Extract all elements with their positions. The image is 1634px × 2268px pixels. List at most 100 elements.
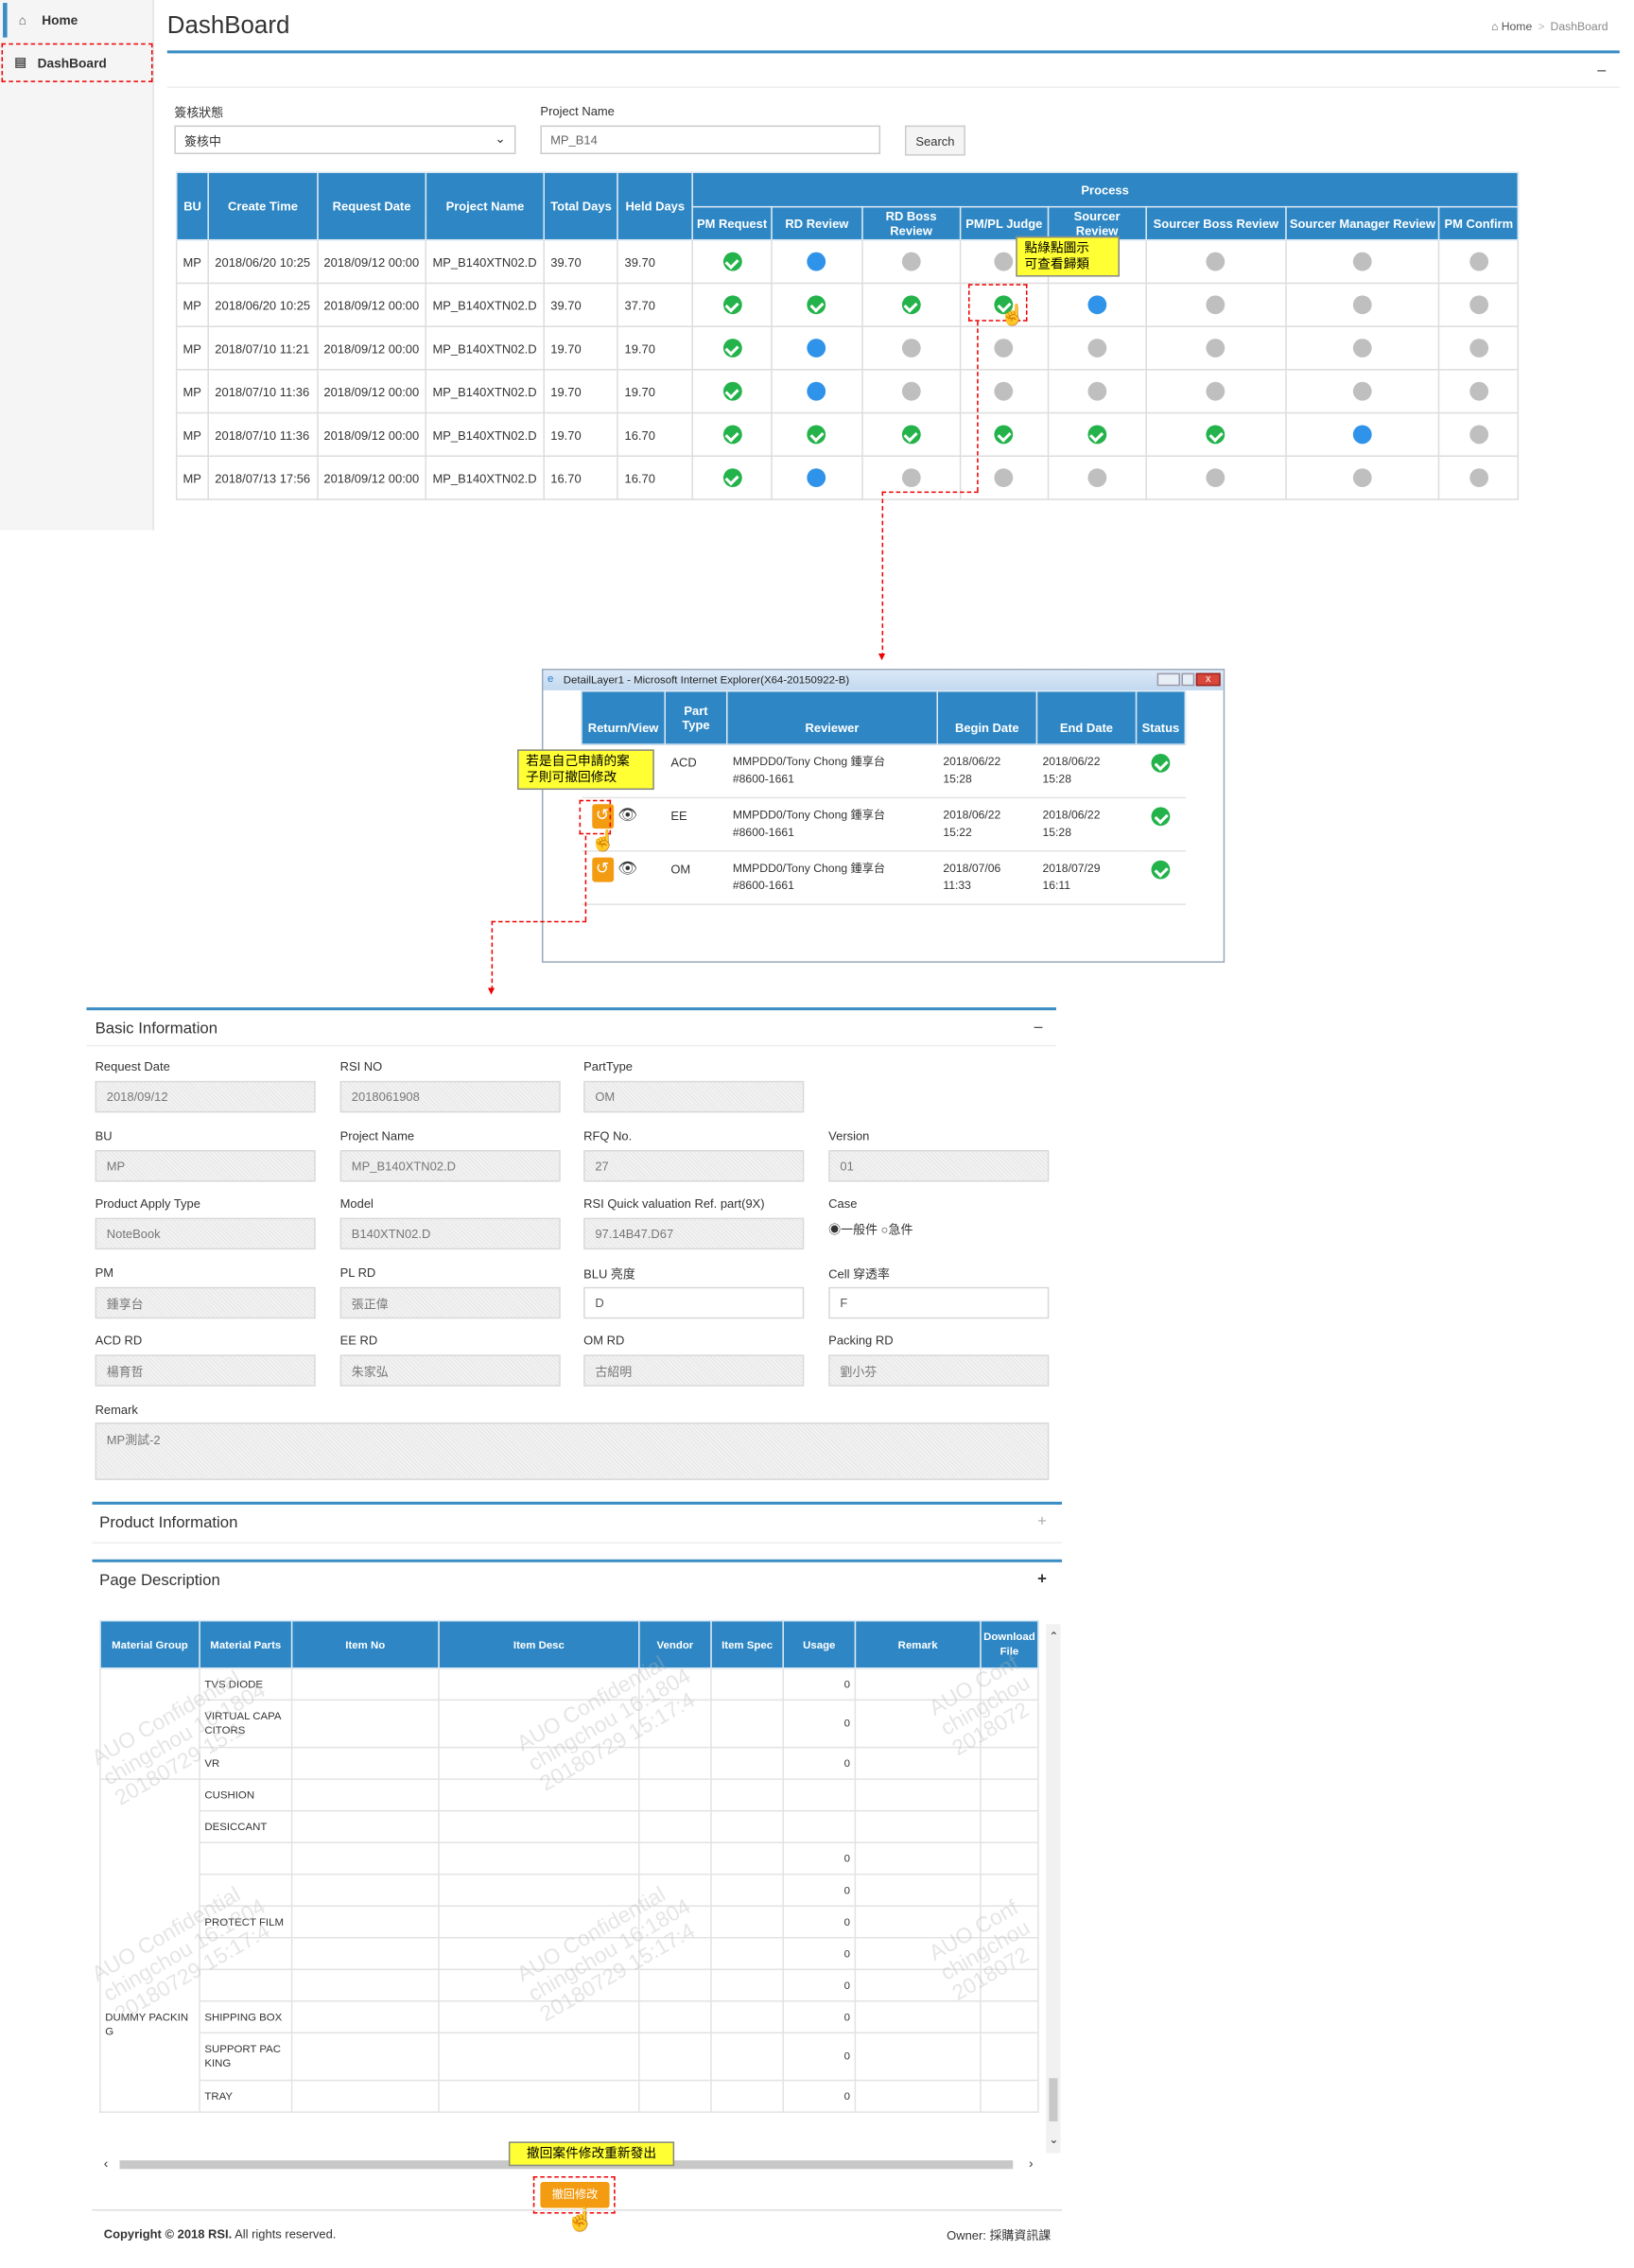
table-row[interactable]: MP 2018/06/20 10:25 2018/09/12 00:00 MP_B14… [175, 282, 1520, 327]
field-input[interactable]: MP [95, 1149, 316, 1181]
vertical-scrollbar[interactable]: ⌃ ⌄ [1046, 1624, 1061, 2154]
pending-dot-icon [1352, 468, 1372, 488]
col-begin-date: Begin Date [936, 689, 1038, 745]
undo-icon[interactable]: ↺ [591, 857, 614, 882]
check-circle-icon[interactable] [722, 295, 741, 315]
table-row[interactable]: MP 2018/06/20 10:25 2018/09/12 00:00 MP_B14… [175, 238, 1520, 285]
check-circle-icon[interactable] [722, 468, 741, 488]
check-circle-icon[interactable] [722, 381, 741, 401]
pending-dot-icon [901, 252, 921, 271]
field-input[interactable]: MP_B140XTN02.D [339, 1149, 561, 1181]
tooltip-note: 點綠點圖示 可查看歸類 [1016, 236, 1120, 277]
field-input[interactable]: 朱家弘 [339, 1354, 561, 1387]
scroll-down-icon[interactable]: ⌄ [1049, 2133, 1058, 2146]
col-item-no: Item No [290, 1619, 440, 1669]
field-input[interactable]: 楊育哲 [95, 1354, 316, 1387]
field-input[interactable]: 01 [828, 1149, 1050, 1181]
pending-dot-icon [1087, 381, 1106, 401]
field-input[interactable]: 古紹明 [583, 1354, 805, 1387]
cell-process-status [1438, 411, 1520, 458]
table-row[interactable]: MP 2018/07/10 11:21 2018/09/12 00:00 MP_B14… [175, 325, 1520, 371]
breadcrumb-home[interactable]: Home [1502, 20, 1533, 33]
in-progress-dot-icon [1087, 295, 1106, 315]
expand-icon[interactable]: + [1037, 1571, 1047, 1588]
collapse-icon[interactable]: − [1034, 1018, 1044, 1038]
cell-empty [290, 1699, 440, 1749]
cell-material-part: DESICCANT [199, 1809, 293, 1843]
maximize-button[interactable] [1181, 672, 1195, 687]
remark-field[interactable]: MP測試-2 [95, 1422, 1050, 1480]
scroll-up-icon[interactable]: ⌃ [1049, 1630, 1058, 1643]
field-input[interactable]: 2018/09/12 [95, 1080, 316, 1113]
field-input[interactable]: D [583, 1285, 805, 1318]
field-input[interactable]: 鍾享台 [95, 1285, 316, 1318]
search-button[interactable]: Search [904, 125, 965, 156]
radio-unchecked-icon[interactable]: ○ [881, 1222, 889, 1236]
pending-dot-icon [1469, 468, 1488, 488]
table-row: DESICCANT [100, 1809, 1039, 1843]
case-radio-group[interactable]: ◉一般件 ○急件 [828, 1221, 913, 1238]
table-row[interactable]: MP 2018/07/10 11:36 2018/09/12 00:00 MP_B14… [175, 411, 1520, 458]
check-circle-icon[interactable] [1206, 425, 1226, 445]
withdraw-button[interactable]: 撤回修改 [540, 2182, 610, 2208]
field-input[interactable]: 張正偉 [339, 1285, 561, 1318]
scrollbar-thumb[interactable] [1049, 2078, 1058, 2122]
field-input[interactable]: NoteBook [95, 1217, 316, 1250]
collapse-icon[interactable]: − [1596, 61, 1607, 80]
field-input[interactable]: B140XTN02.D [339, 1217, 561, 1250]
eye-icon[interactable]: 👁 [617, 861, 637, 878]
table-row[interactable]: MP 2018/07/13 17:56 2018/09/12 00:00 MP_B14… [175, 455, 1520, 500]
cell-empty [438, 2032, 640, 2082]
cell-bu: MP [175, 238, 210, 285]
field-input[interactable]: OM [583, 1080, 805, 1113]
cell-usage: 0 [782, 1841, 857, 1875]
cell-project: MP_B140XTN02.D [425, 325, 546, 371]
cell-empty [710, 1809, 784, 1843]
check-circle-icon[interactable] [994, 425, 1014, 445]
field-input[interactable]: 2018061908 [339, 1080, 561, 1113]
sidebar-item-dashboard[interactable]: ▤ DashBoard [1, 43, 153, 82]
status-select[interactable]: 簽核中 ⌄ [174, 125, 516, 155]
check-circle-icon[interactable] [722, 339, 741, 358]
project-name-input[interactable]: MP_B14 [540, 125, 881, 155]
cell-empty [638, 1809, 712, 1843]
cell-empty [710, 1667, 784, 1701]
check-circle-icon[interactable] [901, 295, 921, 315]
col-process-step: PM Confirm [1438, 205, 1520, 241]
cell-usage: 0 [782, 1746, 857, 1780]
field-input[interactable]: 97.14B47.D67 [583, 1217, 805, 1250]
scroll-left-icon[interactable]: ‹ [104, 2156, 109, 2171]
close-button[interactable]: x [1195, 672, 1221, 687]
field-label: Project Name [339, 1127, 415, 1143]
check-circle-icon[interactable] [807, 295, 826, 315]
pending-dot-icon [1087, 468, 1106, 488]
check-circle-icon[interactable] [901, 425, 921, 445]
field-input[interactable]: 劉小芬 [828, 1354, 1050, 1387]
in-progress-dot-icon [1352, 425, 1372, 445]
minimize-button[interactable] [1156, 672, 1180, 687]
cell-held: 19.70 [617, 325, 693, 371]
pending-dot-icon [994, 381, 1014, 401]
radio-checked-icon[interactable]: ◉ [828, 1222, 841, 1236]
cell-usage [782, 1778, 857, 1812]
sidebar-item-home[interactable]: ⌂ Home [3, 3, 152, 38]
field-input[interactable]: 27 [583, 1149, 805, 1181]
cell-bu: MP [175, 282, 210, 327]
field-input[interactable]: F [828, 1285, 1050, 1318]
eye-icon[interactable]: 👁 [617, 807, 637, 824]
check-circle-icon[interactable] [1087, 425, 1106, 445]
table-row[interactable]: MP 2018/07/10 11:36 2018/09/12 00:00 MP_B14… [175, 369, 1520, 414]
cell-process-status [691, 282, 774, 327]
check-circle-icon[interactable] [722, 252, 741, 271]
pending-dot-icon [994, 339, 1014, 358]
check-circle-icon[interactable] [807, 425, 826, 445]
cell-process-status [691, 411, 774, 458]
pending-dot-icon [1352, 295, 1372, 315]
cell-create: 2018/07/13 17:56 [207, 455, 319, 500]
expand-icon[interactable]: + [1037, 1513, 1047, 1530]
col-held-days: Held Days [617, 171, 693, 241]
connector-line [584, 835, 587, 921]
check-circle-icon[interactable] [722, 425, 741, 445]
scroll-right-icon[interactable]: › [1029, 2156, 1034, 2171]
cell-empty [290, 2079, 440, 2113]
